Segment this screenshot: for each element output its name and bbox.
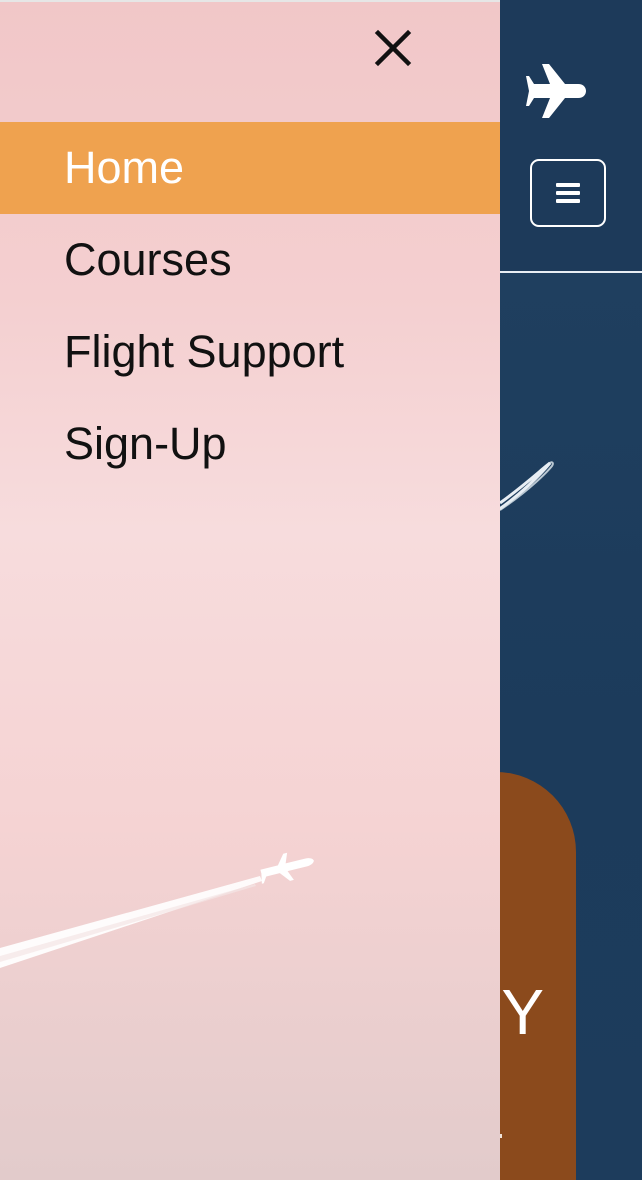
page: Y Home Courses Flight Support Sign-Up <box>0 0 642 1180</box>
close-icon[interactable] <box>370 27 416 71</box>
nav-item-courses[interactable]: Courses <box>0 214 500 306</box>
drawer-nav: Home Courses Flight Support Sign-Up <box>0 122 500 490</box>
drawer-top-edge <box>0 0 500 2</box>
hamburger-icon <box>556 183 580 203</box>
side-drawer: Home Courses Flight Support Sign-Up <box>0 0 500 1180</box>
nav-item-sign-up[interactable]: Sign-Up <box>0 398 500 490</box>
airplane-contrail-decoration <box>0 852 314 968</box>
menu-toggle-button[interactable] <box>530 159 606 227</box>
nav-item-home[interactable]: Home <box>0 122 500 214</box>
airplane-icon[interactable] <box>526 62 588 120</box>
nav-item-flight-support[interactable]: Flight Support <box>0 306 500 398</box>
